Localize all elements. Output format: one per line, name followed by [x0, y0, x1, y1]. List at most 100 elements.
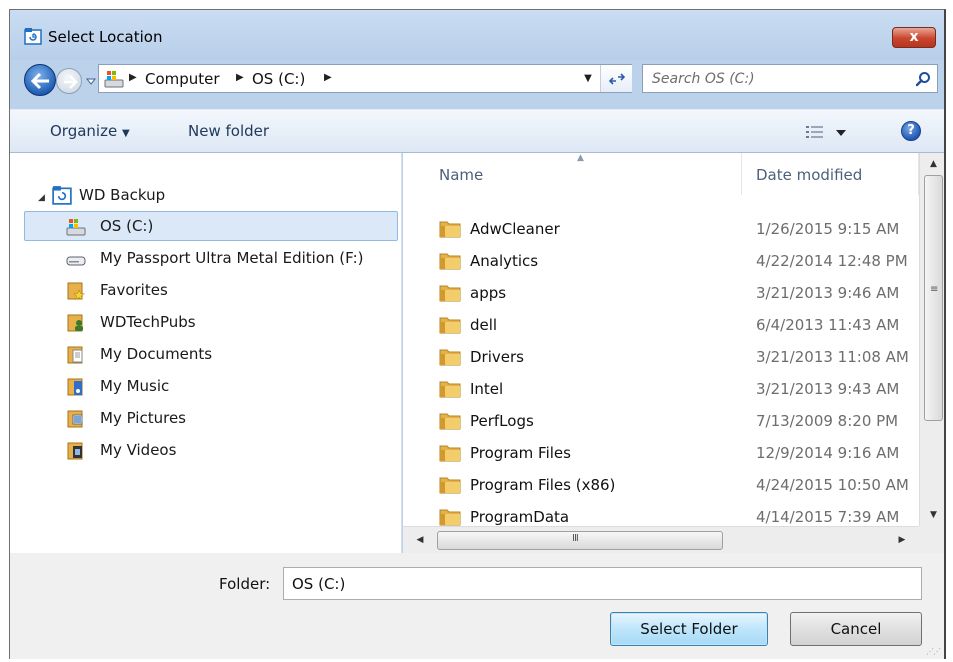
recent-pages-dropdown-icon[interactable] [85, 75, 97, 87]
navigation-pane: ◢ WD Backup OS (C:) My Passport Ultra Me… [10, 153, 402, 553]
tree-item-wd-backup[interactable]: ◢ WD Backup [10, 180, 400, 210]
folder-name-input[interactable] [283, 567, 922, 600]
collapse-arrow-icon[interactable]: ◢ [38, 193, 45, 203]
folder-icon [439, 444, 461, 462]
forward-button[interactable] [56, 68, 82, 94]
title-bar[interactable]: Select Location x [10, 10, 944, 60]
table-row[interactable]: AdwCleaner 1/26/2015 9:15 AM [403, 213, 919, 245]
vertical-scroll-thumb[interactable]: ≡ [924, 175, 943, 421]
file-date-modified: 4/22/2014 12:48 PM [756, 252, 908, 270]
breadcrumb-separator-icon[interactable]: ▶ [236, 72, 244, 83]
tree-item-label: My Pictures [100, 409, 186, 427]
documents-icon [67, 346, 83, 364]
tree-item-my-videos[interactable]: My Videos [10, 435, 400, 465]
breadcrumb-os-c[interactable]: OS (C:) [252, 70, 305, 88]
drive-icon [66, 219, 86, 236]
file-name: Program Files (x86) [470, 476, 616, 494]
tree-item-os-c[interactable]: OS (C:) [10, 211, 400, 241]
pictures-icon [67, 410, 83, 428]
scroll-right-icon[interactable]: ▶ [891, 527, 913, 553]
search-box[interactable] [642, 64, 938, 93]
tree-item-my-music[interactable]: My Music [10, 371, 400, 401]
command-toolbar: Organize ▼ New folder ? [10, 109, 944, 153]
file-name: ProgramData [470, 508, 570, 526]
folder-icon [439, 220, 461, 238]
search-icon[interactable] [915, 71, 931, 87]
table-row[interactable]: Drivers 3/21/2013 11:08 AM [403, 341, 919, 373]
column-header-name[interactable]: ▲ Name [403, 153, 742, 195]
tree-item-label: Favorites [100, 281, 168, 299]
horizontal-scroll-thumb[interactable]: III [437, 531, 723, 550]
select-folder-button[interactable]: Select Folder [610, 612, 768, 646]
table-row[interactable]: PerfLogs 7/13/2009 8:20 PM [403, 405, 919, 437]
folder-icon [439, 252, 461, 270]
refresh-button[interactable] [600, 65, 632, 92]
column-date-label: Date modified [756, 166, 863, 184]
scroll-up-icon[interactable]: ▲ [920, 153, 944, 175]
table-row[interactable]: apps 3/21/2013 9:46 AM [403, 277, 919, 309]
breadcrumb-separator-icon[interactable]: ▶ [324, 72, 332, 83]
breadcrumb-computer[interactable]: Computer [145, 70, 220, 88]
folder-field-label: Folder: [219, 575, 271, 593]
file-date-modified: 3/21/2013 11:08 AM [756, 348, 909, 366]
close-button[interactable]: x [892, 27, 936, 48]
file-list-pane: ▲ Name Date modified AdwCleaner 1/26/2015… [403, 153, 944, 553]
change-view-icon[interactable] [806, 123, 854, 143]
file-date-modified: 3/21/2013 9:46 AM [756, 284, 900, 302]
tree-item-my-pictures[interactable]: My Pictures [10, 403, 400, 433]
folder-icon [439, 508, 461, 526]
tree-item-label: WDTechPubs [100, 313, 196, 331]
scroll-left-icon[interactable]: ◀ [409, 527, 431, 553]
videos-icon [67, 442, 83, 460]
file-date-modified: 12/9/2014 9:16 AM [756, 444, 900, 462]
vertical-scrollbar[interactable]: ▲ ≡ ▼ [919, 153, 944, 526]
folder-icon [439, 476, 461, 494]
music-icon [67, 378, 83, 396]
tree-item-label: My Music [100, 377, 170, 395]
drive-icon [104, 71, 124, 88]
user-folder-icon [67, 314, 83, 332]
grip-icon: ≡ [930, 284, 939, 295]
file-date-modified: 3/21/2013 9:43 AM [756, 380, 900, 398]
folder-icon [439, 412, 461, 430]
tree-item-my-documents[interactable]: My Documents [10, 339, 400, 369]
table-row[interactable]: Intel 3/21/2013 9:43 AM [403, 373, 919, 405]
resize-grip-icon[interactable]: ⋰⋰ [926, 647, 941, 656]
horizontal-scrollbar[interactable]: ◀ III ▶ [403, 526, 919, 553]
folder-icon [439, 284, 461, 302]
file-name: AdwCleaner [470, 220, 560, 238]
cancel-button[interactable]: Cancel [790, 612, 922, 646]
tree-item-wdtechpubs[interactable]: WDTechPubs [10, 307, 400, 337]
table-row[interactable]: Analytics 4/22/2014 12:48 PM [403, 245, 919, 277]
organize-button[interactable]: Organize ▼ [50, 122, 130, 140]
breadcrumb-separator-icon[interactable]: ▶ [129, 72, 137, 83]
new-folder-button[interactable]: New folder [188, 122, 269, 140]
address-dropdown-icon[interactable]: ▼ [581, 70, 595, 86]
dialog-title: Select Location [48, 28, 163, 46]
file-date-modified: 7/13/2009 8:20 PM [756, 412, 899, 430]
tree-item-favorites[interactable]: Favorites [10, 275, 400, 305]
wd-backup-icon [52, 186, 72, 205]
file-date-modified: 6/4/2013 11:43 AM [756, 316, 900, 334]
back-button[interactable] [24, 64, 56, 96]
tree-root-label: WD Backup [79, 186, 166, 204]
refresh-icon [609, 73, 625, 85]
table-row[interactable]: dell 6/4/2013 11:43 AM [403, 309, 919, 341]
chevron-down-icon: ▼ [121, 128, 130, 139]
file-name: Intel [470, 380, 504, 398]
column-name-label: Name [439, 166, 484, 184]
column-header-date-modified[interactable]: Date modified [742, 153, 919, 195]
help-icon[interactable]: ? [901, 121, 921, 141]
address-bar[interactable]: ▶ Computer ▶ OS (C:) ▶ ▼ [98, 64, 632, 93]
scroll-down-icon[interactable]: ▼ [920, 504, 944, 526]
file-name: Program Files [470, 444, 571, 462]
wd-backup-icon [24, 28, 42, 45]
tree-item-label: OS (C:) [100, 217, 154, 235]
grip-icon: III [572, 533, 579, 544]
tree-item-my-passport[interactable]: My Passport Ultra Metal Edition (F:) [10, 243, 400, 273]
folder-icon [439, 348, 461, 366]
table-row[interactable]: Program Files 12/9/2014 9:16 AM [403, 437, 919, 469]
select-location-dialog: Select Location x ▶ Computer ▶ OS (C:) ▶… [9, 9, 946, 659]
search-input[interactable] [643, 65, 905, 92]
table-row[interactable]: Program Files (x86) 4/24/2015 10:50 AM [403, 469, 919, 501]
